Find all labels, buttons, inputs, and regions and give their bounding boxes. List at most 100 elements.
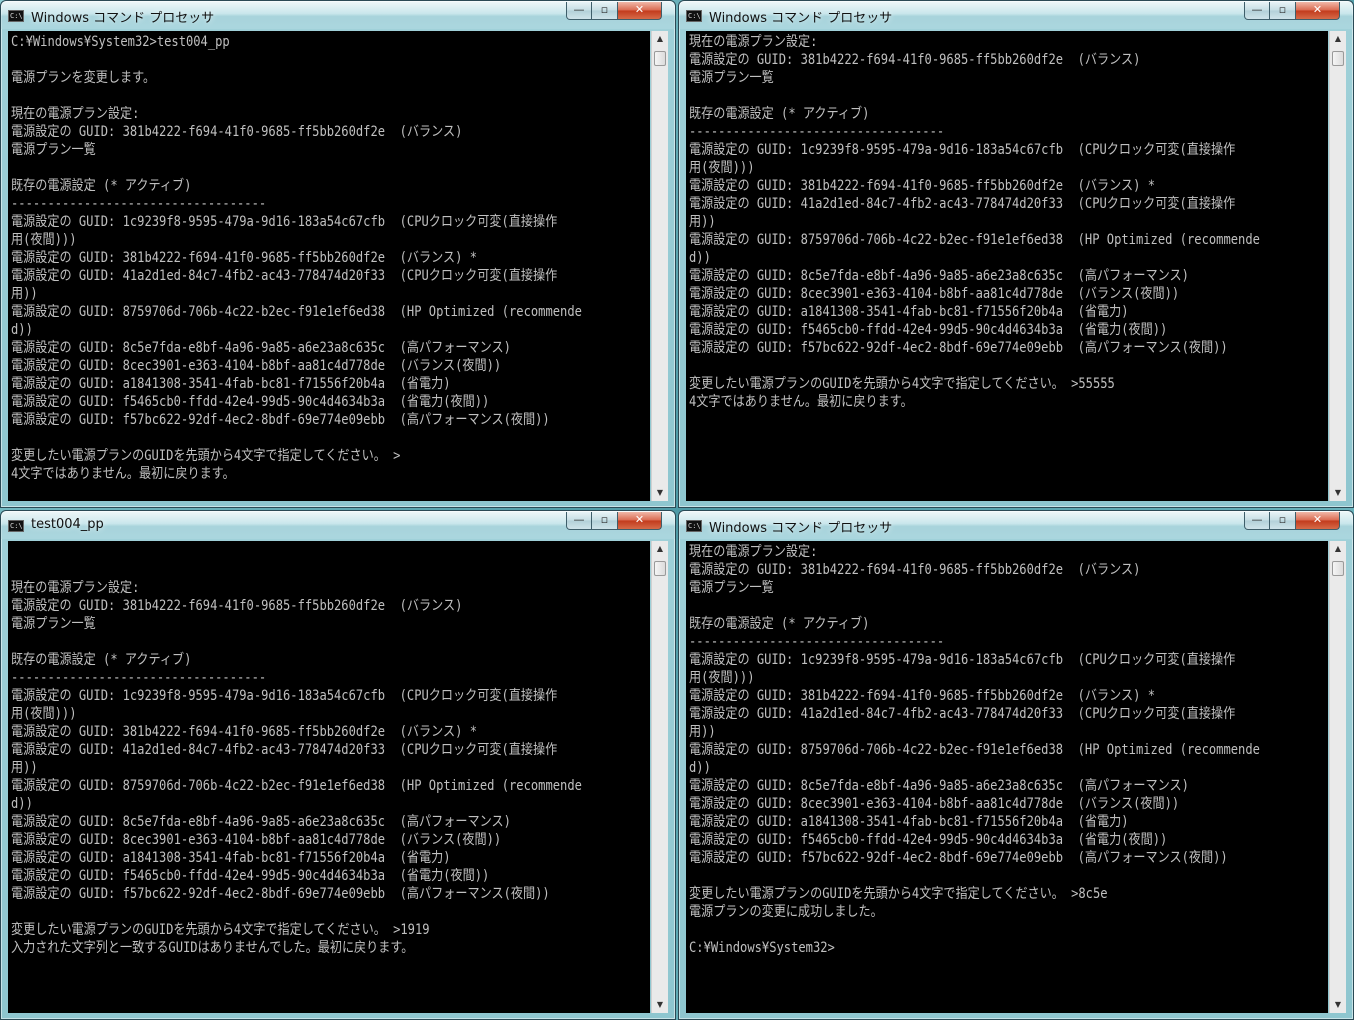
- scrollbar-thumb[interactable]: [1332, 561, 1344, 576]
- arrow-down-icon[interactable]: ▼: [1330, 485, 1346, 501]
- arrow-up-icon[interactable]: ▲: [652, 541, 668, 557]
- console-window-top-left[interactable]: C:\ Windows コマンド プロセッサ — ▫ ✕ C:¥Windows¥…: [0, 0, 676, 508]
- console-line: 4文字ではありません。最初に戻ります。: [11, 466, 235, 482]
- console-line: 電源設定の GUID: 41a2d1ed-84c7-4fb2-ac43-7784…: [11, 742, 558, 758]
- console-line: 変更したい電源プランのGUIDを先頭から4文字で指定してください。 >: [11, 448, 401, 464]
- console-line: 電源プラン一覧: [11, 616, 96, 632]
- cmd-console-icon: C:\: [686, 520, 702, 532]
- console-line: 変更したい電源プランのGUIDを先頭から4文字で指定してください。 >55555: [689, 376, 1115, 392]
- maximize-button[interactable]: ▫: [1270, 512, 1296, 530]
- desktop: C:\ Windows コマンド プロセッサ — ▫ ✕ C:¥Windows¥…: [0, 0, 1354, 1020]
- console-line: 用(夜間))): [689, 160, 755, 176]
- console-line: 現在の電源プラン設定:: [689, 544, 818, 560]
- maximize-button[interactable]: ▫: [592, 2, 618, 20]
- console-output[interactable]: 現在の電源プラン設定: 電源設定の GUID: 381b4222-f694-41f…: [686, 541, 1328, 1013]
- console-line: 電源設定の GUID: 381b4222-f694-41f0-9685-ff5b…: [689, 178, 1156, 194]
- console-line: 既存の電源設定 (* アクティブ): [11, 652, 192, 668]
- console-line: 電源設定の GUID: 381b4222-f694-41f0-9685-ff5b…: [11, 598, 463, 614]
- console-line: 変更したい電源プランのGUIDを先頭から4文字で指定してください。 >8c5e: [689, 886, 1108, 902]
- console-window-bottom-right[interactable]: C:\ Windows コマンド プロセッサ — ▫ ✕ 現在の電源プラン設定:…: [678, 510, 1354, 1020]
- console-line: 用(夜間))): [11, 232, 77, 248]
- console-line: 用(夜間))): [11, 706, 77, 722]
- console-text: C:¥Windows¥System32>test004_pp 電源プランを変更しま…: [8, 31, 650, 483]
- console-line: 4文字ではありません。最初に戻ります。: [689, 394, 913, 410]
- console-line: 電源プラン一覧: [689, 70, 774, 86]
- arrow-down-icon[interactable]: ▼: [1330, 997, 1346, 1013]
- arrow-up-icon[interactable]: ▲: [652, 31, 668, 47]
- arrow-down-icon[interactable]: ▼: [652, 485, 668, 501]
- vertical-scrollbar[interactable]: ▲ ▼: [651, 541, 668, 1013]
- console-window-bottom-left[interactable]: C:\ test004_pp — ▫ ✕ 現在の電源プラン設定: 電源設定の GU…: [0, 510, 676, 1020]
- console-text: 現在の電源プラン設定: 電源設定の GUID: 381b4222-f694-41f…: [8, 541, 650, 957]
- console-line: 現在の電源プラン設定:: [11, 580, 140, 596]
- window-title: Windows コマンド プロセッサ: [709, 11, 893, 26]
- arrow-up-icon[interactable]: ▲: [1330, 541, 1346, 557]
- console-line: C:¥Windows¥System32>test004_pp: [11, 34, 230, 50]
- console-line: 用)): [11, 286, 38, 302]
- console-line: d)): [11, 322, 33, 338]
- minimize-button[interactable]: —: [1244, 512, 1270, 530]
- console-line: 電源プラン一覧: [689, 580, 774, 596]
- console-text: 現在の電源プラン設定: 電源設定の GUID: 381b4222-f694-41f…: [686, 31, 1328, 411]
- minimize-button[interactable]: —: [1244, 2, 1270, 20]
- console-line: 電源設定の GUID: 8759706d-706b-4c22-b2ec-f91e…: [11, 304, 582, 320]
- vertical-scrollbar[interactable]: ▲ ▼: [651, 31, 668, 501]
- arrow-up-icon[interactable]: ▲: [1330, 31, 1346, 47]
- console-line: 電源設定の GUID: 8cec3901-e363-4104-b8bf-aa81…: [11, 832, 502, 848]
- console-output[interactable]: 現在の電源プラン設定: 電源設定の GUID: 381b4222-f694-41f…: [686, 31, 1328, 501]
- console-line: 電源設定の GUID: 381b4222-f694-41f0-9685-ff5b…: [11, 250, 478, 266]
- console-line: d)): [11, 796, 33, 812]
- console-line: 電源設定の GUID: 1c9239f8-9595-479a-9d16-183a…: [689, 142, 1236, 158]
- console-line: 電源設定の GUID: 381b4222-f694-41f0-9685-ff5b…: [689, 52, 1141, 68]
- maximize-button[interactable]: ▫: [1270, 2, 1296, 20]
- scrollbar-thumb[interactable]: [654, 51, 666, 66]
- console-line: 電源設定の GUID: f57bc622-92df-4ec2-8bdf-69e7…: [11, 412, 550, 428]
- minimize-button[interactable]: —: [566, 512, 592, 530]
- console-line: 用)): [689, 214, 716, 230]
- console-line: 電源設定の GUID: 1c9239f8-9595-479a-9d16-183a…: [689, 652, 1236, 668]
- close-button[interactable]: ✕: [1296, 512, 1340, 530]
- console-line: 電源設定の GUID: 8c5e7fda-e8bf-4a96-9a85-a6e2…: [689, 778, 1189, 794]
- console-line: 電源設定の GUID: f5465cb0-ffdd-42e4-99d5-90c4…: [11, 868, 490, 884]
- close-button[interactable]: ✕: [1296, 2, 1340, 20]
- scrollbar-thumb[interactable]: [1332, 51, 1344, 66]
- console-line: 電源設定の GUID: 41a2d1ed-84c7-4fb2-ac43-7784…: [11, 268, 558, 284]
- console-line: 用)): [689, 724, 716, 740]
- console-line: -----------------------------------: [11, 196, 267, 212]
- console-line: d)): [689, 250, 711, 266]
- console-line: 既存の電源設定 (* アクティブ): [11, 178, 192, 194]
- console-line: 入力された文字列と一致するGUIDはありませんでした。最初に戻ります。: [11, 940, 414, 956]
- console-line: -----------------------------------: [689, 634, 945, 650]
- arrow-down-icon[interactable]: ▼: [652, 997, 668, 1013]
- close-button[interactable]: ✕: [618, 2, 662, 20]
- console-output[interactable]: C:¥Windows¥System32>test004_pp 電源プランを変更しま…: [8, 31, 650, 501]
- minimize-button[interactable]: —: [566, 2, 592, 20]
- console-line: 現在の電源プラン設定:: [689, 34, 818, 50]
- console-output[interactable]: 現在の電源プラン設定: 電源設定の GUID: 381b4222-f694-41f…: [8, 541, 650, 1013]
- console-line: 用)): [11, 760, 38, 776]
- console-line: 電源設定の GUID: f5465cb0-ffdd-42e4-99d5-90c4…: [689, 832, 1168, 848]
- console-line: 電源設定の GUID: a1841308-3541-4fab-bc81-f715…: [689, 814, 1129, 830]
- scrollbar-thumb[interactable]: [654, 561, 666, 576]
- console-line: 電源設定の GUID: 41a2d1ed-84c7-4fb2-ac43-7784…: [689, 706, 1236, 722]
- console-line: 電源プラン一覧: [11, 142, 96, 158]
- console-window-top-right[interactable]: C:\ Windows コマンド プロセッサ — ▫ ✕ 現在の電源プラン設定:…: [678, 0, 1354, 508]
- console-line: 電源設定の GUID: 8cec3901-e363-4104-b8bf-aa81…: [689, 286, 1180, 302]
- console-line: 既存の電源設定 (* アクティブ): [689, 106, 870, 122]
- console-line: 電源設定の GUID: 8759706d-706b-4c22-b2ec-f91e…: [689, 742, 1260, 758]
- vertical-scrollbar[interactable]: ▲ ▼: [1329, 31, 1346, 501]
- console-line: 電源設定の GUID: 8759706d-706b-4c22-b2ec-f91e…: [11, 778, 582, 794]
- maximize-button[interactable]: ▫: [592, 512, 618, 530]
- console-line: 電源設定の GUID: 8c5e7fda-e8bf-4a96-9a85-a6e2…: [11, 814, 511, 830]
- close-button[interactable]: ✕: [618, 512, 662, 530]
- vertical-scrollbar[interactable]: ▲ ▼: [1329, 541, 1346, 1013]
